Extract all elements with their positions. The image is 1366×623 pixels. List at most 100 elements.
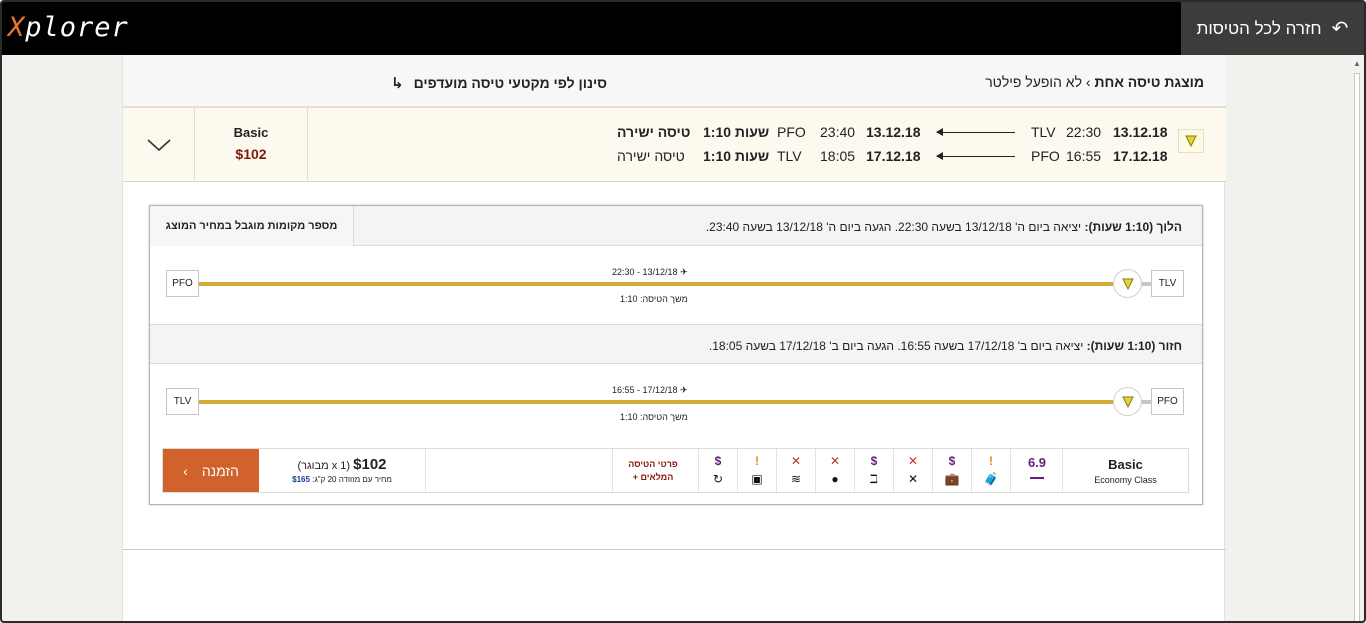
segment-filter-label: סינון לפי מקטעי טיסה מועדפים (413, 75, 607, 91)
flight-details-card: הלוך (1:10 שעות): יציאה ביום ה' 13/12/18… (149, 205, 1203, 505)
outbound-type: טיסה ישירה (617, 124, 691, 140)
inbound-date: 17.12.18 (1113, 148, 1168, 164)
score-value: 6.9 (1027, 455, 1047, 470)
summary-inbound: טיסה ישירה 1:10 שעות TLV 18:05 17.12.18 … (617, 148, 1177, 166)
app-window: Xplorer ↶ חזרה לכל הטיסות מוצגת טיסה אחת… (0, 0, 1366, 623)
full-details-link[interactable]: פרטי הטיסה המלאים + (612, 449, 693, 492)
details-link-line1: פרטי הטיסה (628, 459, 678, 469)
scroll-thumb[interactable] (1354, 73, 1360, 621)
seat-icon: ℶ (869, 472, 879, 486)
score-bar (1030, 477, 1044, 479)
summary-price-amount: $102 (235, 146, 267, 162)
filter-bar: מוצגת טיסה אחת › לא הופעל פילטר סינון לפ… (123, 55, 1226, 107)
flight-summary-row[interactable]: Basic $102 טיסה ישירה 1:10 שעות PFO 23:4… (123, 107, 1226, 182)
inbound-arr-time: 18:05 (820, 148, 856, 164)
seat-amenity[interactable]: $ ℶ (854, 449, 893, 492)
fare-price: $102 (1 x מבוגר) מחיר עם מזוודה 20 ק"ג: … (259, 449, 425, 492)
results-count: מוצגת טיסה אחת › לא הופעל פילטר (985, 74, 1204, 90)
meal-icon: ✕ (907, 472, 919, 486)
inbound-arr-airport: TLV (777, 148, 802, 164)
turn-arrow-icon: ↳ (391, 75, 404, 92)
cabin-bag-amenity[interactable]: $ 💼 (932, 449, 971, 492)
outbound-duration-label: משך הטיסה: 1:10 (620, 294, 688, 304)
inbound-header: חזור (1:10 שעות): יציאה ביום ב' 17/12/18… (150, 324, 1202, 364)
inbound-head-label: חזור (1:10 שעות): (1086, 339, 1182, 353)
chevron-down-icon (146, 139, 171, 152)
back-to-all-flights-button[interactable]: ↶ חזרה לכל הטיסות (1181, 2, 1364, 55)
outbound-header: הלוך (1:10 שעות): יציאה ביום ה' 13/12/18… (150, 206, 1202, 246)
xplorer-logo[interactable]: Xplorer (8, 12, 129, 43)
entertainment-amenity[interactable]: ✕ ● (815, 449, 854, 492)
change-icon: ↻ (712, 472, 724, 486)
amenity-status: ! (755, 454, 759, 468)
back-arrow-icon: ↶ (1331, 18, 1349, 40)
book-button[interactable]: הזמנה › (163, 449, 259, 492)
back-label: חזרה לכל הטיסות (1196, 18, 1322, 38)
scrollbar[interactable]: ▲ (1351, 59, 1362, 621)
outbound-from-box: TLV (1151, 270, 1184, 297)
summary-outbound: טיסה ישירה 1:10 שעות PFO 23:40 13.12.18 … (617, 124, 1177, 142)
amenity-status: ✕ (907, 454, 919, 468)
chevron-right-icon: › (183, 462, 188, 479)
personal-item-amenity[interactable]: ! 🧳 (971, 449, 1010, 492)
amenity-status: $ (870, 454, 878, 468)
inbound-dep-airport: PFO (1031, 148, 1060, 164)
meal-amenity[interactable]: ✕ ✕ (893, 449, 932, 492)
personal-item-icon: 🧳 (983, 472, 999, 486)
flight-track (199, 400, 1113, 404)
change-amenity[interactable]: $ ↻ (698, 449, 737, 492)
outbound-arr-airport: PFO (777, 124, 806, 140)
airline-logo-icon (1113, 269, 1142, 298)
book-label: הזמנה (201, 462, 239, 479)
inbound-time: 17/12/18 - 16:55 (612, 385, 678, 395)
inbound-duration: 1:10 שעות (703, 148, 770, 164)
inbound-duration-label: משך הטיסה: 1:10 (620, 412, 688, 422)
flight-track (199, 282, 1113, 286)
inbound-from-box: PFO (1151, 388, 1184, 415)
luggage-note: מחיר עם מזוודה 20 ק"ג: (312, 475, 392, 484)
inbound-dep-time: 16:55 (1066, 148, 1102, 164)
inbound-time-label: ✈ 17/12/18 - 16:55 (612, 385, 688, 396)
outbound-to-box: PFO (166, 270, 199, 297)
entertainment-icon: ● (831, 472, 839, 486)
wifi-amenity[interactable]: ✕ ≋ (776, 449, 815, 492)
summary-fare-name: Basic (233, 125, 269, 140)
outbound-date: 13.12.18 (1113, 124, 1168, 140)
inbound-head-text: יציאה ביום ב' 17/12/18 בשעה 16:55. הגעה … (708, 339, 1084, 353)
amenity-status: ✕ (829, 454, 841, 468)
outbound-route: TLV PFO ✈ 13/12/18 - 22:30 משך הטיסה: 1:… (150, 247, 1202, 323)
plane-icon: ✈ (680, 267, 688, 277)
inbound-to-box: TLV (166, 388, 199, 415)
inbound-arr-date: 17.12.18 (866, 148, 921, 164)
outbound-dep-time: 22:30 (1066, 124, 1102, 140)
segment-filter-button[interactable]: סינון לפי מקטעי טיסה מועדפים ↳ (391, 74, 607, 92)
details-link-line2: המלאים + (632, 472, 674, 482)
top-bar: Xplorer ↶ חזרה לכל הטיסות (2, 2, 1364, 55)
showing-count: מוצגת טיסה אחת (1094, 74, 1204, 90)
fare-score: 6.9 (1010, 449, 1063, 492)
inbound-type: טיסה ישירה (617, 148, 685, 164)
amenity-status: ! (989, 454, 993, 468)
spacer-cell (425, 449, 612, 492)
fare-class: Economy Class (1094, 475, 1157, 485)
wifi-icon: ≋ (790, 472, 802, 486)
outbound-arr-time: 23:40 (820, 124, 856, 140)
amenity-status: $ (948, 454, 956, 468)
fare-price-amount: $102 (353, 456, 387, 473)
luggage-price: $165 (292, 475, 310, 484)
power-icon: ▣ (751, 472, 763, 486)
airline-logo-icon (1113, 387, 1142, 416)
limited-seats-note: מספר מקומות מוגבל במחיר המוצג (150, 206, 354, 246)
expand-toggle[interactable] (123, 108, 195, 182)
per-adult-label: (1 x מבוגר) (297, 460, 351, 472)
fare-option-row: הזמנה › $102 (1 x מבוגר) מחיר עם מזוודה … (162, 448, 1189, 493)
outbound-arr-date: 13.12.18 (866, 124, 921, 140)
fare-name-cell: Basic Economy Class (1062, 449, 1188, 492)
plane-icon: ✈ (680, 385, 688, 395)
power-amenity[interactable]: ! ▣ (737, 449, 776, 492)
track-stub (1141, 282, 1151, 286)
amenity-status: $ (714, 454, 722, 468)
outbound-head-text: יציאה ביום ה' 13/12/18 בשעה 22:30. הגעה … (705, 220, 1082, 234)
scroll-up-icon[interactable]: ▲ (1353, 59, 1361, 68)
outbound-duration: 1:10 שעות (703, 124, 770, 140)
